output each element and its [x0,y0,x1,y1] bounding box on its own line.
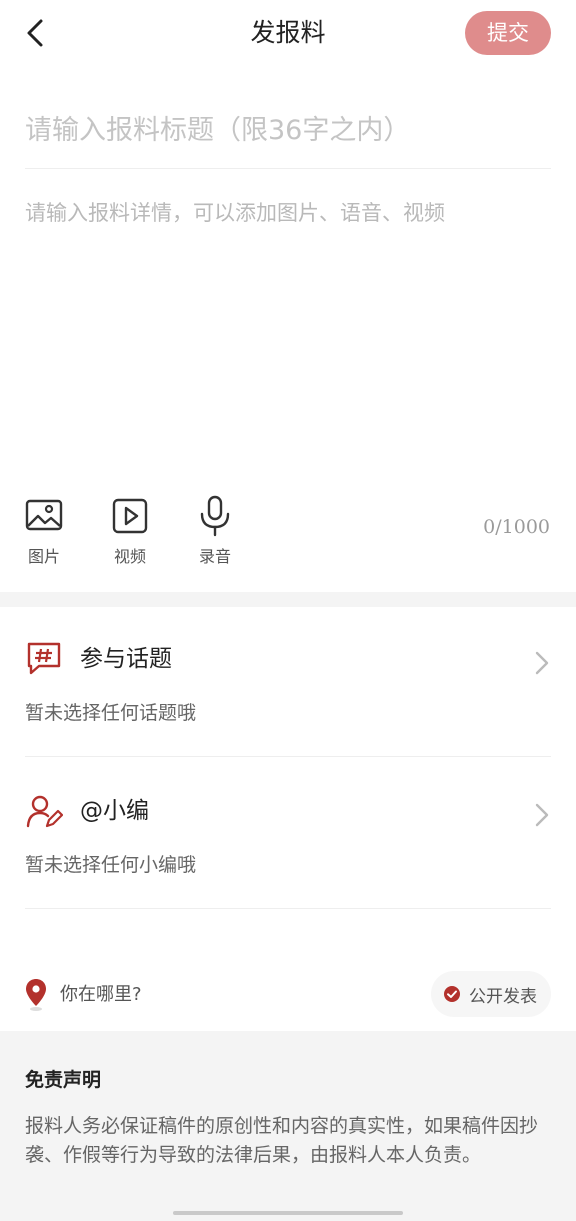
record-audio-button[interactable]: 录音 [185,495,245,567]
divider [25,908,551,909]
mention-editor-subtitle: 暂未选择任何小编哦 [25,854,197,876]
public-toggle[interactable]: 公开发表 [431,971,551,1017]
topic-title: 参与话题 [80,646,172,672]
divider [25,756,551,757]
disclaimer-title: 免责声明 [25,1069,102,1091]
hashtag-icon [27,642,61,675]
section-separator [0,592,576,607]
topic-row[interactable]: 参与话题 暂未选择任何话题哦 [0,607,576,757]
header-bar: 发报料 提交 [0,0,576,66]
location-pin-icon [26,979,46,1011]
detail-textarea[interactable] [25,196,551,476]
chevron-right-icon [535,803,549,827]
image-icon [25,499,63,531]
submit-button[interactable]: 提交 [465,11,551,55]
add-image-button[interactable]: 图片 [14,495,74,567]
home-indicator [173,1211,403,1215]
user-edit-icon [26,795,63,828]
divider [25,168,551,169]
microphone-icon [200,495,230,537]
disclaimer-section: 免责声明 报料人务必保证稿件的原创性和内容的真实性，如果稿件因抄袭、作假等行为导… [0,1031,576,1221]
add-image-label: 图片 [27,547,60,566]
disclaimer-body: 报料人务必保证稿件的原创性和内容的真实性，如果稿件因抄袭、作假等行为导致的法律后… [25,1115,539,1166]
chevron-right-icon [535,651,549,675]
record-audio-label: 录音 [198,547,231,566]
mention-editor-row[interactable]: @小编 暂未选择任何小编哦 [0,759,576,909]
topic-subtitle: 暂未选择任何话题哦 [25,702,197,724]
video-icon [112,498,148,534]
add-video-button[interactable]: 视频 [100,495,160,567]
mention-editor-title: @小编 [80,798,149,824]
report-page: 发报料 提交 图片 视频 录音 0/1000 [0,0,576,1221]
public-toggle-label: 公开发表 [469,986,537,1007]
title-input[interactable] [25,104,551,156]
location-selector[interactable]: 你在哪里? [60,981,142,1009]
add-video-label: 视频 [113,547,146,566]
check-circle-icon [444,986,460,1002]
char-counter: 0/1000 [483,516,550,538]
